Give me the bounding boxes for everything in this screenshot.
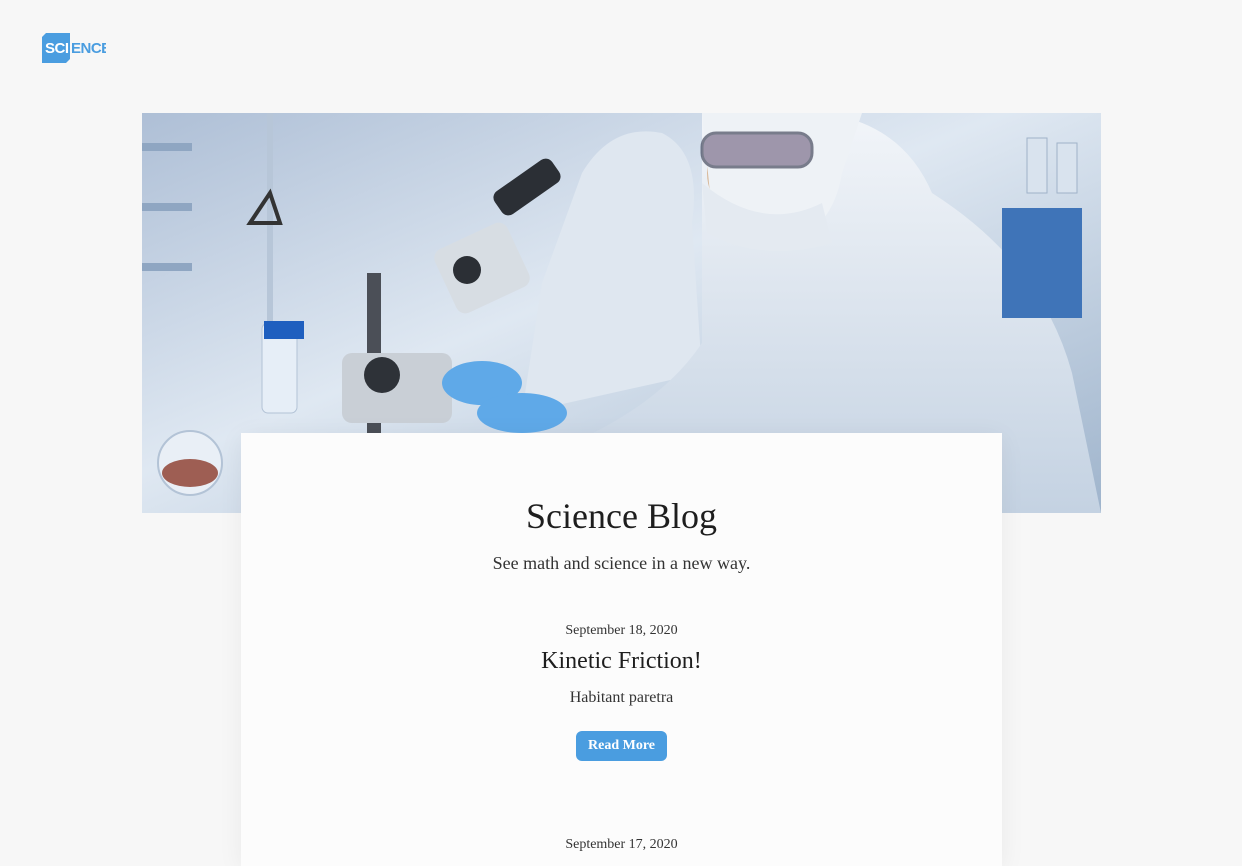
blog-title: Science Blog bbox=[526, 496, 717, 536]
svg-text:ENCE: ENCE bbox=[71, 40, 106, 57]
blog-subtitle: See math and science in a new way. bbox=[492, 553, 751, 573]
post-title[interactable]: Kinetic Friction! bbox=[241, 648, 1002, 675]
post-date: September 18, 2020 bbox=[565, 623, 678, 638]
science-logo-icon: SCI ENCE bbox=[42, 33, 112, 63]
post-excerpt: Habitant paretra bbox=[569, 689, 674, 706]
post-entry: September 18, 2020 Kinetic Friction! Hab… bbox=[241, 623, 1002, 761]
post-entry: September 17, 2020 bbox=[241, 837, 1002, 853]
svg-text:SCI: SCI bbox=[45, 40, 69, 57]
blog-card: Science Blog See math and science in a n… bbox=[241, 433, 1002, 866]
post-date: September 17, 2020 bbox=[565, 837, 678, 852]
science-logo[interactable]: SCI ENCE bbox=[42, 33, 112, 63]
read-more-button[interactable]: Read More bbox=[576, 731, 667, 761]
